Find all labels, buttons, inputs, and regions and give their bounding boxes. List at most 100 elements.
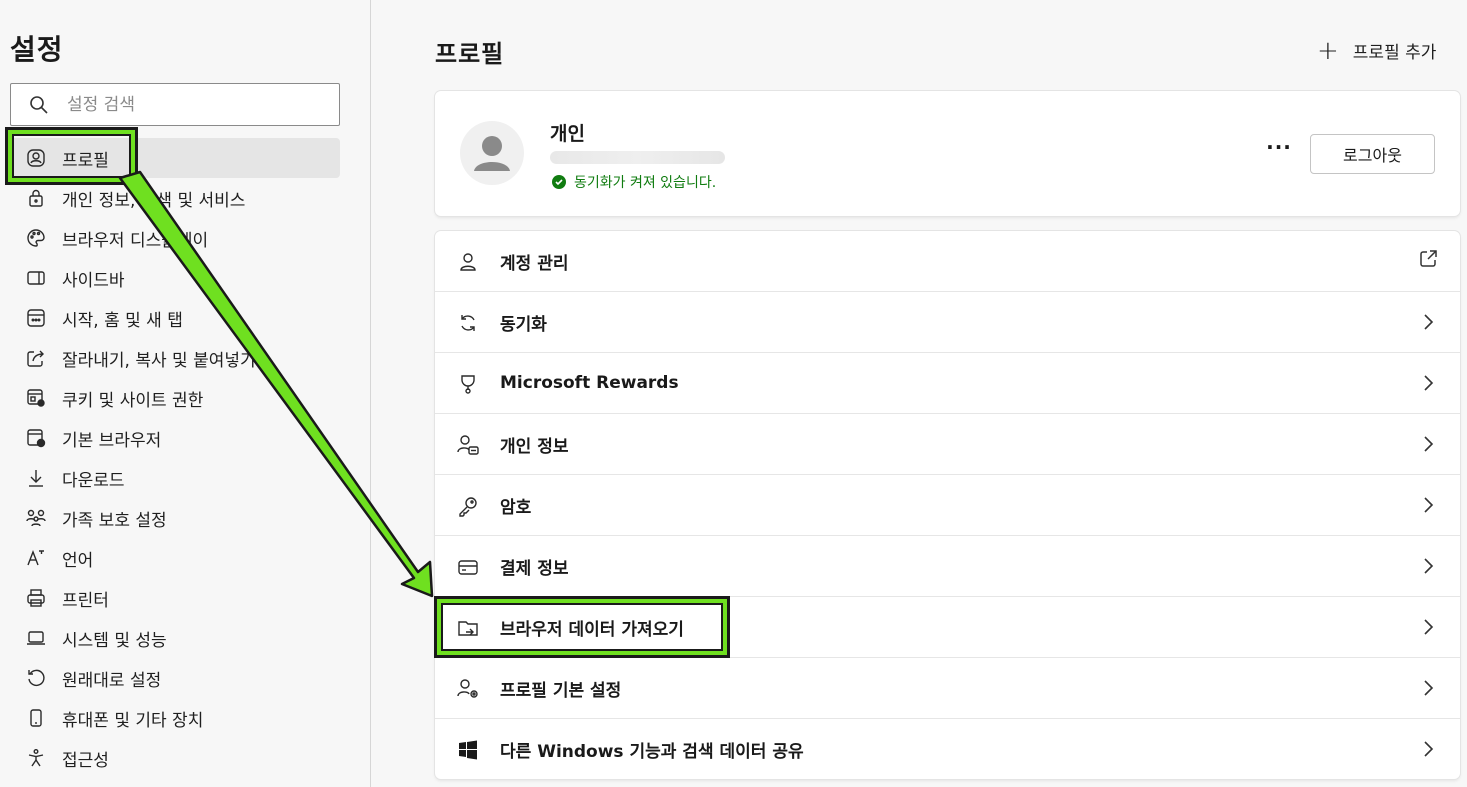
row-manage-account[interactable]: 계정 관리 (435, 231, 1460, 292)
check-circle-icon (552, 175, 566, 189)
settings-nav: 프로필 개인 정보, 검색 및 서비스 브라우저 디스플레이 사이드바 시작, … (10, 138, 340, 778)
row-sync[interactable]: 동기화 (435, 292, 1460, 353)
sidebar-title: 설정 (10, 33, 64, 66)
language-icon (24, 546, 48, 570)
sidebar-item-label: 언어 (62, 550, 94, 571)
sidebar-item-label: 브라우저 디스플레이 (62, 230, 209, 251)
windows-icon (455, 737, 481, 763)
plus-icon: + (1317, 35, 1339, 66)
search-icon (30, 96, 48, 114)
family-icon (24, 506, 48, 530)
sidebar-item-phone-devices[interactable]: 휴대폰 및 기타 장치 (10, 698, 340, 738)
logout-button[interactable]: 로그아웃 (1310, 134, 1435, 174)
chevron-right-icon (1422, 434, 1436, 454)
sidebar-item-reset[interactable]: 원래대로 설정 (10, 658, 340, 698)
external-link-icon (1418, 249, 1438, 273)
sidebar-item-privacy[interactable]: 개인 정보, 검색 및 서비스 (10, 178, 340, 218)
sidebar-item-default-browser[interactable]: 기본 브라우저 (10, 418, 340, 458)
profile-settings-icon (455, 676, 481, 702)
sidebar-item-label: 사이드바 (62, 270, 125, 291)
sidebar-item-family[interactable]: 가족 보호 설정 (10, 498, 340, 538)
sidebar-item-label: 접근성 (62, 750, 109, 771)
rewards-trophy-icon (455, 371, 481, 397)
row-label: 동기화 (500, 314, 547, 335)
add-profile-label: 프로필 추가 (1352, 43, 1437, 63)
personal-info-icon (455, 432, 481, 458)
row-label: Microsoft Rewards (500, 373, 679, 393)
sidebar-item-profile[interactable]: 프로필 (10, 138, 340, 178)
key-icon (455, 493, 481, 519)
chevron-right-icon (1422, 373, 1436, 393)
printer-icon (24, 586, 48, 610)
profile-email-redacted (550, 151, 725, 164)
row-personal-info[interactable]: 개인 정보 (435, 414, 1460, 475)
chevron-right-icon (1422, 617, 1436, 637)
sidebar-item-downloads[interactable]: 다운로드 (10, 458, 340, 498)
lock-icon (24, 186, 48, 210)
sidebar-item-languages[interactable]: 언어 (10, 538, 340, 578)
settings-search-box[interactable] (10, 83, 340, 126)
row-label: 결제 정보 (500, 558, 569, 579)
profile-icon (24, 146, 48, 170)
sidebar-item-sidebar[interactable]: 사이드바 (10, 258, 340, 298)
sidebar-item-share-copy-paste[interactable]: 잘라내기, 복사 및 붙여넣기 (10, 338, 340, 378)
sync-status: 동기화가 켜져 있습니다. (552, 172, 716, 192)
row-import-browser-data[interactable]: 브라우저 데이터 가져오기 (435, 597, 1460, 658)
sidebar-item-printers[interactable]: 프린터 (10, 578, 340, 618)
home-grid-icon (24, 306, 48, 330)
profile-card: 개인 동기화가 켜져 있습니다. ··· 로그아웃 (435, 91, 1460, 216)
avatar (460, 121, 524, 185)
row-share-windows-features[interactable]: 다른 Windows 기능과 검색 데이터 공유 (435, 719, 1460, 780)
sidebar-item-start-home[interactable]: 시작, 홈 및 새 탭 (10, 298, 340, 338)
browser-icon (24, 426, 48, 450)
sidebar-item-label: 기본 브라우저 (62, 430, 162, 451)
row-payment-info[interactable]: 결제 정보 (435, 536, 1460, 597)
sidebar-item-label: 다운로드 (62, 470, 125, 491)
chevron-right-icon (1422, 739, 1436, 759)
download-icon (24, 466, 48, 490)
more-options-button[interactable]: ··· (1265, 136, 1293, 166)
row-microsoft-rewards[interactable]: Microsoft Rewards (435, 353, 1460, 414)
share-icon (24, 346, 48, 370)
sidebar-item-label: 프로필 (62, 150, 109, 171)
sidebar-item-system[interactable]: 시스템 및 성능 (10, 618, 340, 658)
chevron-right-icon (1422, 312, 1436, 332)
sidebar-item-label: 개인 정보, 검색 및 서비스 (62, 190, 246, 211)
phone-icon (24, 706, 48, 730)
accessibility-icon (24, 746, 48, 770)
import-folder-icon (455, 615, 481, 641)
row-label: 브라우저 데이터 가져오기 (500, 619, 684, 640)
sidebar-item-cookies-permissions[interactable]: 쿠키 및 사이트 권한 (10, 378, 340, 418)
row-label: 프로필 기본 설정 (500, 680, 622, 701)
sync-status-text: 동기화가 켜져 있습니다. (574, 175, 717, 191)
row-label: 다른 Windows 기능과 검색 데이터 공유 (500, 742, 804, 762)
sidebar-item-label: 원래대로 설정 (62, 670, 162, 691)
sync-icon (455, 310, 481, 336)
reset-icon (24, 666, 48, 690)
cookie-site-icon (24, 386, 48, 410)
sidebar-item-label: 프린터 (62, 590, 109, 611)
row-label: 개인 정보 (500, 436, 569, 457)
sidebar-item-label: 가족 보호 설정 (62, 510, 167, 531)
sidebar-icon (24, 266, 48, 290)
sidebar-item-label: 휴대폰 및 기타 장치 (62, 710, 204, 731)
sidebar-item-label: 시스템 및 성능 (62, 630, 167, 651)
row-profile-preferences[interactable]: 프로필 기본 설정 (435, 658, 1460, 719)
laptop-icon (24, 626, 48, 650)
sidebar-item-label: 시작, 홈 및 새 탭 (62, 310, 183, 331)
sidebar-item-accessibility[interactable]: 접근성 (10, 738, 340, 778)
row-passwords[interactable]: 암호 (435, 475, 1460, 536)
settings-search-input[interactable] (67, 90, 327, 120)
add-profile-button[interactable]: + 프로필 추가 (1317, 35, 1437, 66)
chevron-right-icon (1422, 495, 1436, 515)
profile-name: 개인 (550, 123, 585, 145)
account-icon (455, 249, 481, 275)
settings-sidebar: 설정 프로필 개인 정보, 검색 및 서비스 브라우저 디스플레이 사이드바 시… (0, 0, 371, 787)
sidebar-item-label: 잘라내기, 복사 및 붙여넣기 (62, 350, 256, 371)
chevron-right-icon (1422, 678, 1436, 698)
card-icon (455, 554, 481, 580)
sidebar-item-label: 쿠키 및 사이트 권한 (62, 390, 204, 411)
sidebar-item-appearance[interactable]: 브라우저 디스플레이 (10, 218, 340, 258)
row-label: 계정 관리 (500, 253, 569, 274)
row-label: 암호 (500, 497, 532, 518)
